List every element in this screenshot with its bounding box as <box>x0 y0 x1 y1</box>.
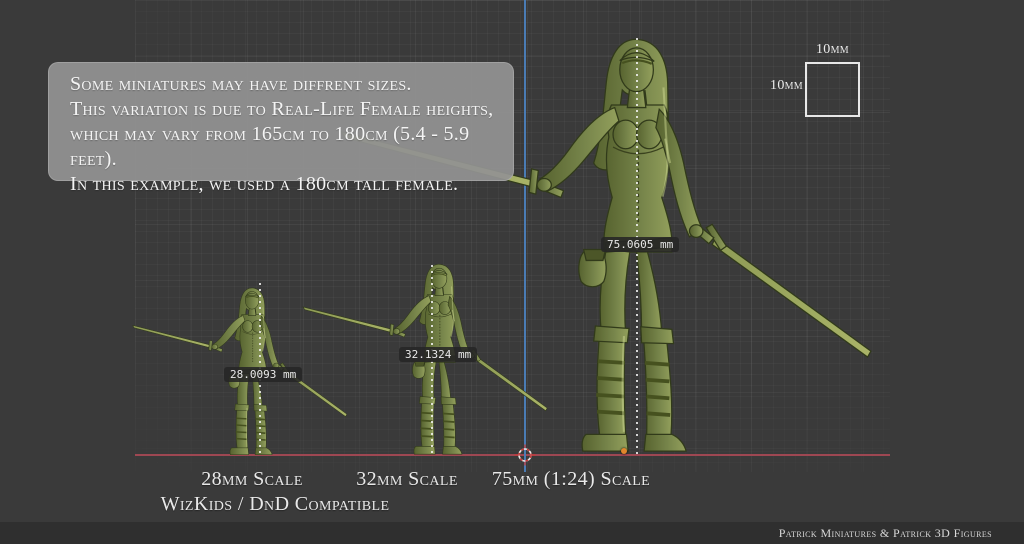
reference-square <box>805 62 860 117</box>
scale-label-75mm: 75mm (1:24) Scale <box>446 468 696 491</box>
info-line-1: Some miniatures may have diffrent sizes. <box>70 72 513 97</box>
object-origin-icon <box>621 448 627 454</box>
credit-text: Patrick Miniatures & Patrick 3D Figures <box>779 526 992 540</box>
reference-square-side-label: 10mm <box>763 78 803 94</box>
measurement-label-32mm: 32.1324 mm <box>399 347 477 362</box>
compatibility-label: WizKids / DnD Compatible <box>125 493 425 516</box>
measurement-label-75mm: 75.0605 mm <box>601 237 679 252</box>
info-box: Some miniatures may have diffrent sizes.… <box>48 62 514 181</box>
measurement-label-28mm: 28.0093 mm <box>224 367 302 382</box>
cursor-3d-icon[interactable] <box>513 443 537 467</box>
info-line-2: This variation is due to Real-Life Femal… <box>70 97 513 122</box>
footer-bar: Patrick Miniatures & Patrick 3D Figures <box>0 522 1024 544</box>
reference-square-top-label: 10mm <box>805 42 860 58</box>
viewport-3d[interactable]: 28.0093 mm 32.1324 mm 75.0605 mm Some mi… <box>0 0 1024 544</box>
info-line-3: which may vary from 165cm to 180cm (5.4 … <box>70 122 513 172</box>
info-line-4: In this example, we used a 180cm tall fe… <box>70 172 513 197</box>
